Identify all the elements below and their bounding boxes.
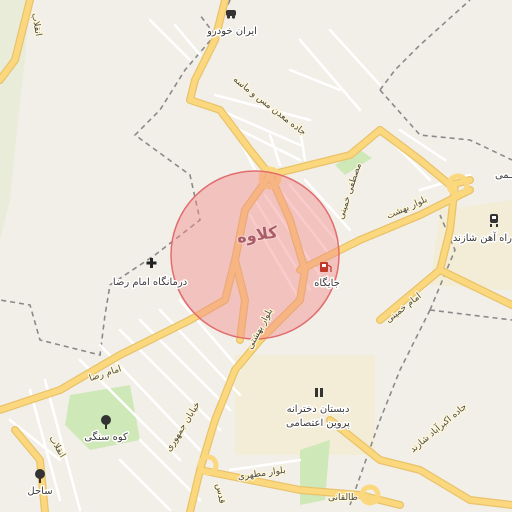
road-label-enghelab-top: انقلاب [29,12,43,37]
river-strip [0,0,30,240]
poi-label-school-2[interactable]: پروین اعتصامی [285,417,352,431]
road-label-taleghani: طالقانی [328,493,358,503]
highlight-circle[interactable] [170,170,340,340]
map-canvas[interactable]: کلاوه جاده معدن مس و ماسه مصطفی خمینی بل… [0,0,512,512]
poi-label-station[interactable]: راه آهن شازند [451,230,512,246]
map-view[interactable]: کلاوه جاده معدن مس و ماسه مصطفی خمینی بل… [0,0,512,512]
poi-label-sahel[interactable]: ساحل [26,485,54,499]
poi-label-school-1[interactable]: دبستان دخترانه [285,403,351,417]
poi-label-edge: ـمی [495,170,512,181]
road-label-ghods: قدس [213,483,226,504]
road-label-madan: جاده معدن مس و ماسه [231,75,308,138]
poi-label-fuel[interactable]: جایگاه [313,276,342,291]
poi-label-hospital[interactable]: درمانگاه امام رضا [111,275,188,290]
car-icon[interactable] [226,10,236,19]
poi-label-park[interactable]: کوه سنگی [83,430,130,445]
poi-label-iran-khodro[interactable]: ایران خودرو [205,25,259,39]
roundabout-south [197,454,219,476]
road-label-akbarabad: جاده اکبرآباد شازند [407,400,469,455]
